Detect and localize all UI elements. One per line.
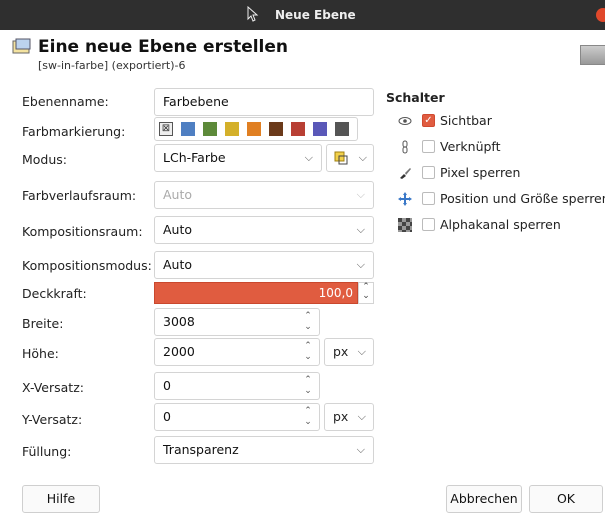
width-spinner-icon[interactable]: ⌃ ⌄ [299, 311, 317, 333]
visible-checkbox[interactable]: ✓ [422, 114, 435, 127]
chevron-down-icon: ⌵ [357, 345, 366, 358]
color-tag-orange[interactable] [247, 122, 261, 136]
opacity-slider[interactable]: 100,0 [154, 282, 358, 304]
height-value: 2000 [163, 344, 195, 359]
opacity-spinner[interactable]: ⌃ ⌄ [358, 282, 374, 304]
color-tag-yellow[interactable] [225, 122, 239, 136]
mode-value: LCh-Farbe [163, 150, 226, 165]
chain-icon [402, 140, 408, 154]
offset-unit-value: px [333, 409, 349, 424]
layer-name-input[interactable]: Farbebene [154, 88, 374, 116]
width-value: 3008 [163, 314, 195, 329]
window-title: Neue Ebene [275, 8, 356, 22]
help-button[interactable]: Hilfe [22, 485, 100, 513]
ok-button[interactable]: OK [529, 485, 603, 513]
offset-y-spinner-icon[interactable]: ⌃ ⌄ [299, 406, 317, 428]
mode-label: Modus: [22, 152, 68, 167]
color-tag-selector: ⊠ [154, 117, 358, 141]
composite-space-select[interactable]: Auto ⌵ [154, 216, 374, 244]
composite-mode-label: Kompositionsmodus: [22, 258, 152, 273]
height-label: Höhe: [22, 346, 59, 361]
color-tag-none[interactable]: ⊠ [159, 122, 173, 136]
dialog-heading: Eine neue Ebene erstellen [38, 37, 289, 57]
color-tag-green[interactable] [203, 122, 217, 136]
image-thumbnail [580, 45, 605, 65]
cancel-button[interactable]: Abbrechen [446, 485, 522, 513]
color-tag-label: Farbmarkierung: [22, 124, 126, 139]
chevron-down-icon: ⌵ [356, 258, 365, 271]
fill-select[interactable]: Transparenz ⌵ [154, 436, 374, 464]
size-unit-value: px [333, 344, 349, 359]
lock-position-checkbox[interactable] [422, 192, 435, 205]
linked-label: Verknüpft [440, 139, 501, 154]
mode-group-button[interactable]: ⌵ [326, 144, 374, 172]
chevron-down-icon: ⌵ [356, 443, 365, 456]
fill-value: Transparenz [163, 442, 239, 457]
offset-x-input[interactable]: 0 ⌃ ⌄ [154, 372, 320, 400]
offset-y-input[interactable]: 0 ⌃ ⌄ [154, 403, 320, 431]
color-tag-gray[interactable] [335, 122, 349, 136]
lock-pixels-label: Pixel sperren [440, 165, 521, 180]
move-icon [398, 192, 412, 206]
offset-x-label: X-Versatz: [22, 380, 84, 395]
lock-alpha-checkbox[interactable] [422, 218, 435, 231]
composite-space-label: Kompositionsraum: [22, 224, 143, 239]
composite-space-value: Auto [163, 222, 193, 237]
height-input[interactable]: 2000 ⌃ ⌄ [154, 338, 320, 366]
layer-name-label: Ebenenname: [22, 94, 109, 109]
chevron-down-icon: ⌵ [358, 151, 367, 164]
fill-label: Füllung: [22, 444, 72, 459]
checker-icon [398, 218, 412, 232]
title-bar: Neue Ebene [0, 0, 605, 30]
width-input[interactable]: 3008 ⌃ ⌄ [154, 308, 320, 336]
image-name: [sw-in-farbe] (exportiert)-6 [38, 59, 186, 72]
composite-mode-icon [334, 151, 348, 165]
opacity-value: 100,0 [318, 286, 353, 300]
opacity-label: Deckkraft: [22, 286, 87, 301]
offset-y-label: Y-Versatz: [22, 412, 83, 427]
switches-heading: Schalter [386, 90, 445, 105]
composite-mode-value: Auto [163, 257, 193, 272]
blend-space-value: Auto [163, 187, 193, 202]
mode-select[interactable]: LCh-Farbe ⌵ [154, 144, 322, 172]
brush-icon [400, 168, 411, 179]
eye-icon [398, 117, 412, 125]
linked-checkbox[interactable] [422, 140, 435, 153]
blend-space-select: Auto ⌵ [154, 181, 374, 209]
color-tag-blue[interactable] [181, 122, 195, 136]
offset-x-value: 0 [163, 378, 171, 393]
color-tag-violet[interactable] [313, 122, 327, 136]
blend-space-label: Farbverlaufsraum: [22, 188, 137, 203]
chevron-down-icon: ⌵ [357, 410, 366, 423]
new-layer-icon [12, 38, 31, 54]
lock-position-label: Position und Größe sperren [440, 191, 605, 206]
color-tag-brown[interactable] [269, 122, 283, 136]
visible-label: Sichtbar [440, 113, 492, 128]
chevron-down-icon: ⌵ [304, 151, 313, 164]
height-spinner-icon[interactable]: ⌃ ⌄ [299, 341, 317, 363]
width-label: Breite: [22, 316, 64, 331]
lock-pixels-checkbox[interactable] [422, 166, 435, 179]
lock-alpha-label: Alphakanal sperren [440, 217, 561, 232]
color-tag-red[interactable] [291, 122, 305, 136]
composite-mode-select[interactable]: Auto ⌵ [154, 251, 374, 279]
offset-unit-select[interactable]: px ⌵ [324, 403, 374, 431]
chevron-down-icon: ⌵ [356, 223, 365, 236]
chevron-down-icon: ⌵ [356, 188, 365, 201]
offset-y-value: 0 [163, 409, 171, 424]
size-unit-select[interactable]: px ⌵ [324, 338, 374, 366]
close-icon[interactable] [596, 8, 605, 22]
cursor-icon [247, 6, 259, 22]
offset-x-spinner-icon[interactable]: ⌃ ⌄ [299, 375, 317, 397]
